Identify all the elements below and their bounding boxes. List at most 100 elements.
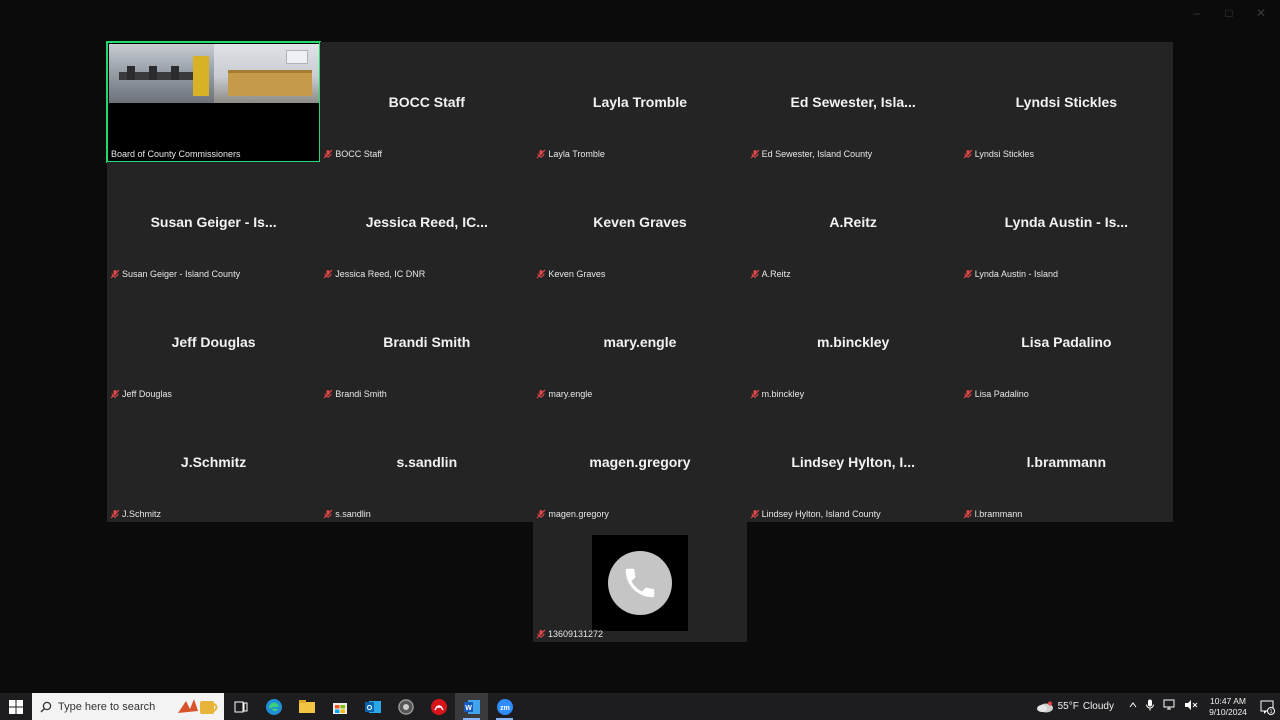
participant-label: Board of County Commissioners <box>111 149 241 159</box>
muted-mic-icon <box>963 269 973 279</box>
store-icon <box>332 702 347 714</box>
participant-tile[interactable]: Brandi Smith Brandi Smith <box>320 282 534 402</box>
participant-label: Lindsey Hylton, Island County <box>750 509 881 519</box>
start-button[interactable] <box>0 693 32 720</box>
participant-name: l.brammann <box>1026 454 1107 470</box>
participant-tile[interactable]: Lynda Austin - Is... Lynda Austin - Islan… <box>959 162 1173 282</box>
gallery-view: Board of County Commissioners BOCC Staff… <box>105 41 1173 522</box>
participant-tile[interactable]: Layla Tromble Layla Tromble <box>533 42 747 162</box>
participant-label: Brandi Smith <box>323 389 387 399</box>
task-view-button[interactable] <box>224 693 257 720</box>
participant-name: magen.gregory <box>589 454 691 470</box>
windows-taskbar: Type here to search O W zm 55°F Cloudy 1… <box>0 693 1280 720</box>
participant-label-text: magen.gregory <box>548 509 609 519</box>
participant-name: J.Schmitz <box>180 454 247 470</box>
participant-tile[interactable]: J.Schmitz J.Schmitz <box>107 402 321 522</box>
chevron-up-icon[interactable] <box>1128 700 1138 713</box>
participant-label-text: Susan Geiger - Island County <box>122 269 241 279</box>
minimize-icon[interactable]: – <box>1188 4 1206 22</box>
muted-mic-icon <box>963 509 973 519</box>
participant-tile[interactable]: Lindsey Hylton, I... Lindsey Hylton, Isla… <box>746 402 960 522</box>
network-icon[interactable] <box>1162 699 1176 714</box>
participant-label-text: Brandi Smith <box>335 389 387 399</box>
participant-label-text: J.Schmitz <box>122 509 162 519</box>
store-button[interactable] <box>323 693 356 720</box>
participant-name: A.Reitz <box>829 214 877 230</box>
edge-button[interactable] <box>257 693 290 720</box>
svg-text:W: W <box>465 705 472 712</box>
taskbar-search-input[interactable]: Type here to search <box>32 693 224 720</box>
muted-mic-icon <box>110 269 120 279</box>
weather-widget[interactable]: 55°F Cloudy <box>1036 701 1114 713</box>
outlook-button[interactable]: O <box>356 693 389 720</box>
participant-name: Lindsey Hylton, I... <box>791 454 915 470</box>
phone-participant-tile[interactable]: 13609131272 <box>533 522 747 642</box>
participant-label-text: Lisa Padalino <box>974 389 1029 399</box>
muted-mic-icon <box>110 509 120 519</box>
participant-name: Jessica Reed, IC... <box>365 214 488 230</box>
clock[interactable]: 10:47 AM 9/10/2024 <box>1206 696 1250 718</box>
participant-label-text: Jessica Reed, IC DNR <box>335 269 426 279</box>
participant-label: BOCC Staff <box>323 149 382 159</box>
maximize-icon[interactable]: □ <box>1220 4 1238 22</box>
room-camera-right <box>214 44 319 103</box>
search-icon <box>40 701 52 712</box>
muted-mic-icon <box>323 389 333 399</box>
acrobat-icon <box>430 698 447 715</box>
participant-tile[interactable]: Jessica Reed, IC... Jessica Reed, IC DNR <box>320 162 534 282</box>
participant-label: Keven Graves <box>536 269 605 279</box>
muted-mic-icon <box>323 509 333 519</box>
system-tray: 55°F Cloudy 10:47 AM 9/10/2024 1 <box>1036 693 1280 720</box>
word-button[interactable]: W <box>455 693 488 720</box>
participant-tile[interactable]: Jeff Douglas Jeff Douglas <box>107 282 321 402</box>
muted-mic-icon <box>963 149 973 159</box>
chrome-button[interactable] <box>389 693 422 720</box>
acrobat-button[interactable] <box>422 693 455 720</box>
participant-label: Jeff Douglas <box>110 389 172 399</box>
participant-name: Keven Graves <box>593 214 687 230</box>
close-icon[interactable]: ✕ <box>1252 4 1270 22</box>
participant-tile[interactable]: Susan Geiger - Is... Susan Geiger - Islan… <box>107 162 321 282</box>
participant-tile[interactable]: Keven Graves Keven Graves <box>533 162 747 282</box>
participant-tile[interactable]: mary.engle mary.engle <box>533 282 747 402</box>
notification-icon: 1 <box>1260 700 1275 715</box>
participant-name: Lisa Padalino <box>1021 334 1112 350</box>
participant-tile[interactable]: magen.gregory magen.gregory <box>533 402 747 522</box>
participant-label-text: m.binckley <box>761 389 805 399</box>
svg-text:zm: zm <box>500 705 510 712</box>
search-highlight-icon <box>178 699 218 714</box>
participant-label: Ed Sewester, Island County <box>750 149 872 159</box>
muted-mic-icon <box>536 509 546 519</box>
participant-label-text: Lindsey Hylton, Island County <box>761 509 881 519</box>
participant-label: magen.gregory <box>536 509 609 519</box>
participant-label-text: BOCC Staff <box>335 149 383 159</box>
participant-tile[interactable]: l.brammann l.brammann <box>959 402 1173 522</box>
participant-name: m.binckley <box>816 334 890 350</box>
participant-tile[interactable]: A.Reitz A.Reitz <box>746 162 960 282</box>
video-tile-board[interactable]: Board of County Commissioners <box>105 41 322 163</box>
microphone-icon[interactable] <box>1146 699 1154 714</box>
participant-tile[interactable]: s.sandlin s.sandlin <box>320 402 534 522</box>
participant-name: BOCC Staff <box>388 94 465 110</box>
muted-mic-icon <box>750 509 760 519</box>
room-camera-left <box>109 44 214 103</box>
participant-tile[interactable]: m.binckley m.binckley <box>746 282 960 402</box>
zoom-button[interactable]: zm <box>488 693 521 720</box>
tray-icons <box>1128 699 1198 714</box>
participant-label: J.Schmitz <box>110 509 161 519</box>
file-explorer-button[interactable] <box>290 693 323 720</box>
chrome-icon <box>397 698 414 715</box>
participant-label-text: A.Reitz <box>761 269 791 279</box>
participant-tile[interactable]: BOCC Staff BOCC Staff <box>320 42 534 162</box>
zoom-meeting-window: – □ ✕ Board of County Commissioners BOCC… <box>0 0 1280 720</box>
participant-tile[interactable]: Ed Sewester, Isla... Ed Sewester, Island … <box>746 42 960 162</box>
muted-mic-icon <box>110 389 120 399</box>
participant-tile[interactable]: Lyndsi Stickles Lyndsi Stickles <box>959 42 1173 162</box>
participant-label: Susan Geiger - Island County <box>110 269 240 279</box>
cloud-icon <box>1036 701 1053 712</box>
muted-mic-icon <box>323 149 333 159</box>
notification-center-button[interactable]: 1 <box>1254 693 1280 720</box>
participant-label-text: Jeff Douglas <box>122 389 172 399</box>
participant-tile[interactable]: Lisa Padalino Lisa Padalino <box>959 282 1173 402</box>
volume-muted-icon[interactable] <box>1184 699 1198 714</box>
